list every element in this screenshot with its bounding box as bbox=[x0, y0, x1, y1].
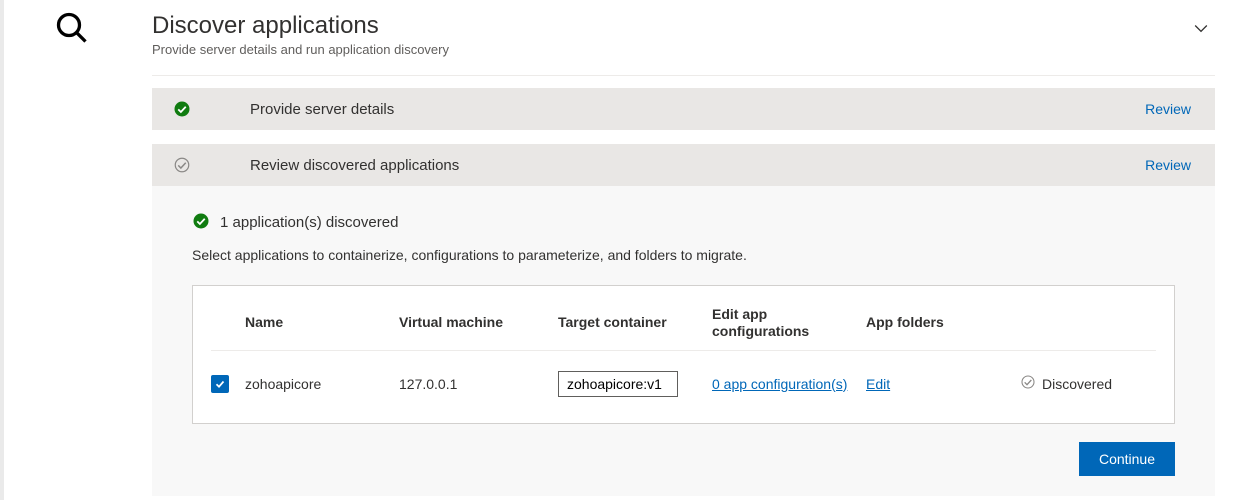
discovered-panel: 1 application(s) discovered Select appli… bbox=[152, 186, 1215, 496]
check-circle-icon bbox=[170, 100, 194, 118]
status-circle-icon bbox=[1020, 374, 1036, 393]
check-circle-icon bbox=[192, 212, 210, 233]
col-name: Name bbox=[245, 314, 395, 331]
page-subtitle: Provide server details and run applicati… bbox=[152, 42, 449, 57]
chevron-down-icon[interactable] bbox=[1191, 18, 1211, 41]
col-vm: Virtual machine bbox=[399, 314, 554, 331]
step-label: Provide server details bbox=[250, 101, 1145, 118]
step-label: Review discovered applications bbox=[250, 157, 1145, 174]
step-review-discovered: Review discovered applications Review bbox=[152, 144, 1215, 186]
continue-button[interactable]: Continue bbox=[1079, 442, 1175, 476]
applications-table: Name Virtual machine Target container Ed… bbox=[192, 285, 1175, 424]
table-header-row: Name Virtual machine Target container Ed… bbox=[211, 294, 1156, 351]
left-rail bbox=[0, 0, 4, 500]
pending-circle-icon bbox=[170, 156, 194, 174]
instruction-text: Select applications to containerize, con… bbox=[192, 247, 1175, 263]
discovered-count: 1 application(s) discovered bbox=[220, 214, 398, 231]
cell-vm: 127.0.0.1 bbox=[399, 376, 554, 392]
edit-app-config-link[interactable]: 0 app configuration(s) bbox=[712, 376, 847, 392]
search-icon[interactable] bbox=[54, 10, 90, 49]
col-folders: App folders bbox=[866, 314, 1016, 331]
page-title: Discover applications bbox=[152, 12, 449, 40]
target-container-input[interactable] bbox=[558, 371, 678, 397]
row-checkbox[interactable] bbox=[211, 375, 229, 393]
header-divider bbox=[152, 75, 1215, 76]
edit-folders-link[interactable]: Edit bbox=[866, 376, 890, 392]
col-target: Target container bbox=[558, 314, 708, 331]
cell-name: zohoapicore bbox=[245, 376, 395, 392]
cell-status: Discovered bbox=[1042, 376, 1112, 392]
step-provide-server-details: Provide server details Review bbox=[152, 88, 1215, 130]
review-link-step2[interactable]: Review bbox=[1145, 157, 1191, 173]
col-editcfg: Edit app configurations bbox=[712, 306, 862, 340]
table-row: zohoapicore 127.0.0.1 0 app configuratio… bbox=[211, 351, 1156, 397]
review-link-step1[interactable]: Review bbox=[1145, 101, 1191, 117]
